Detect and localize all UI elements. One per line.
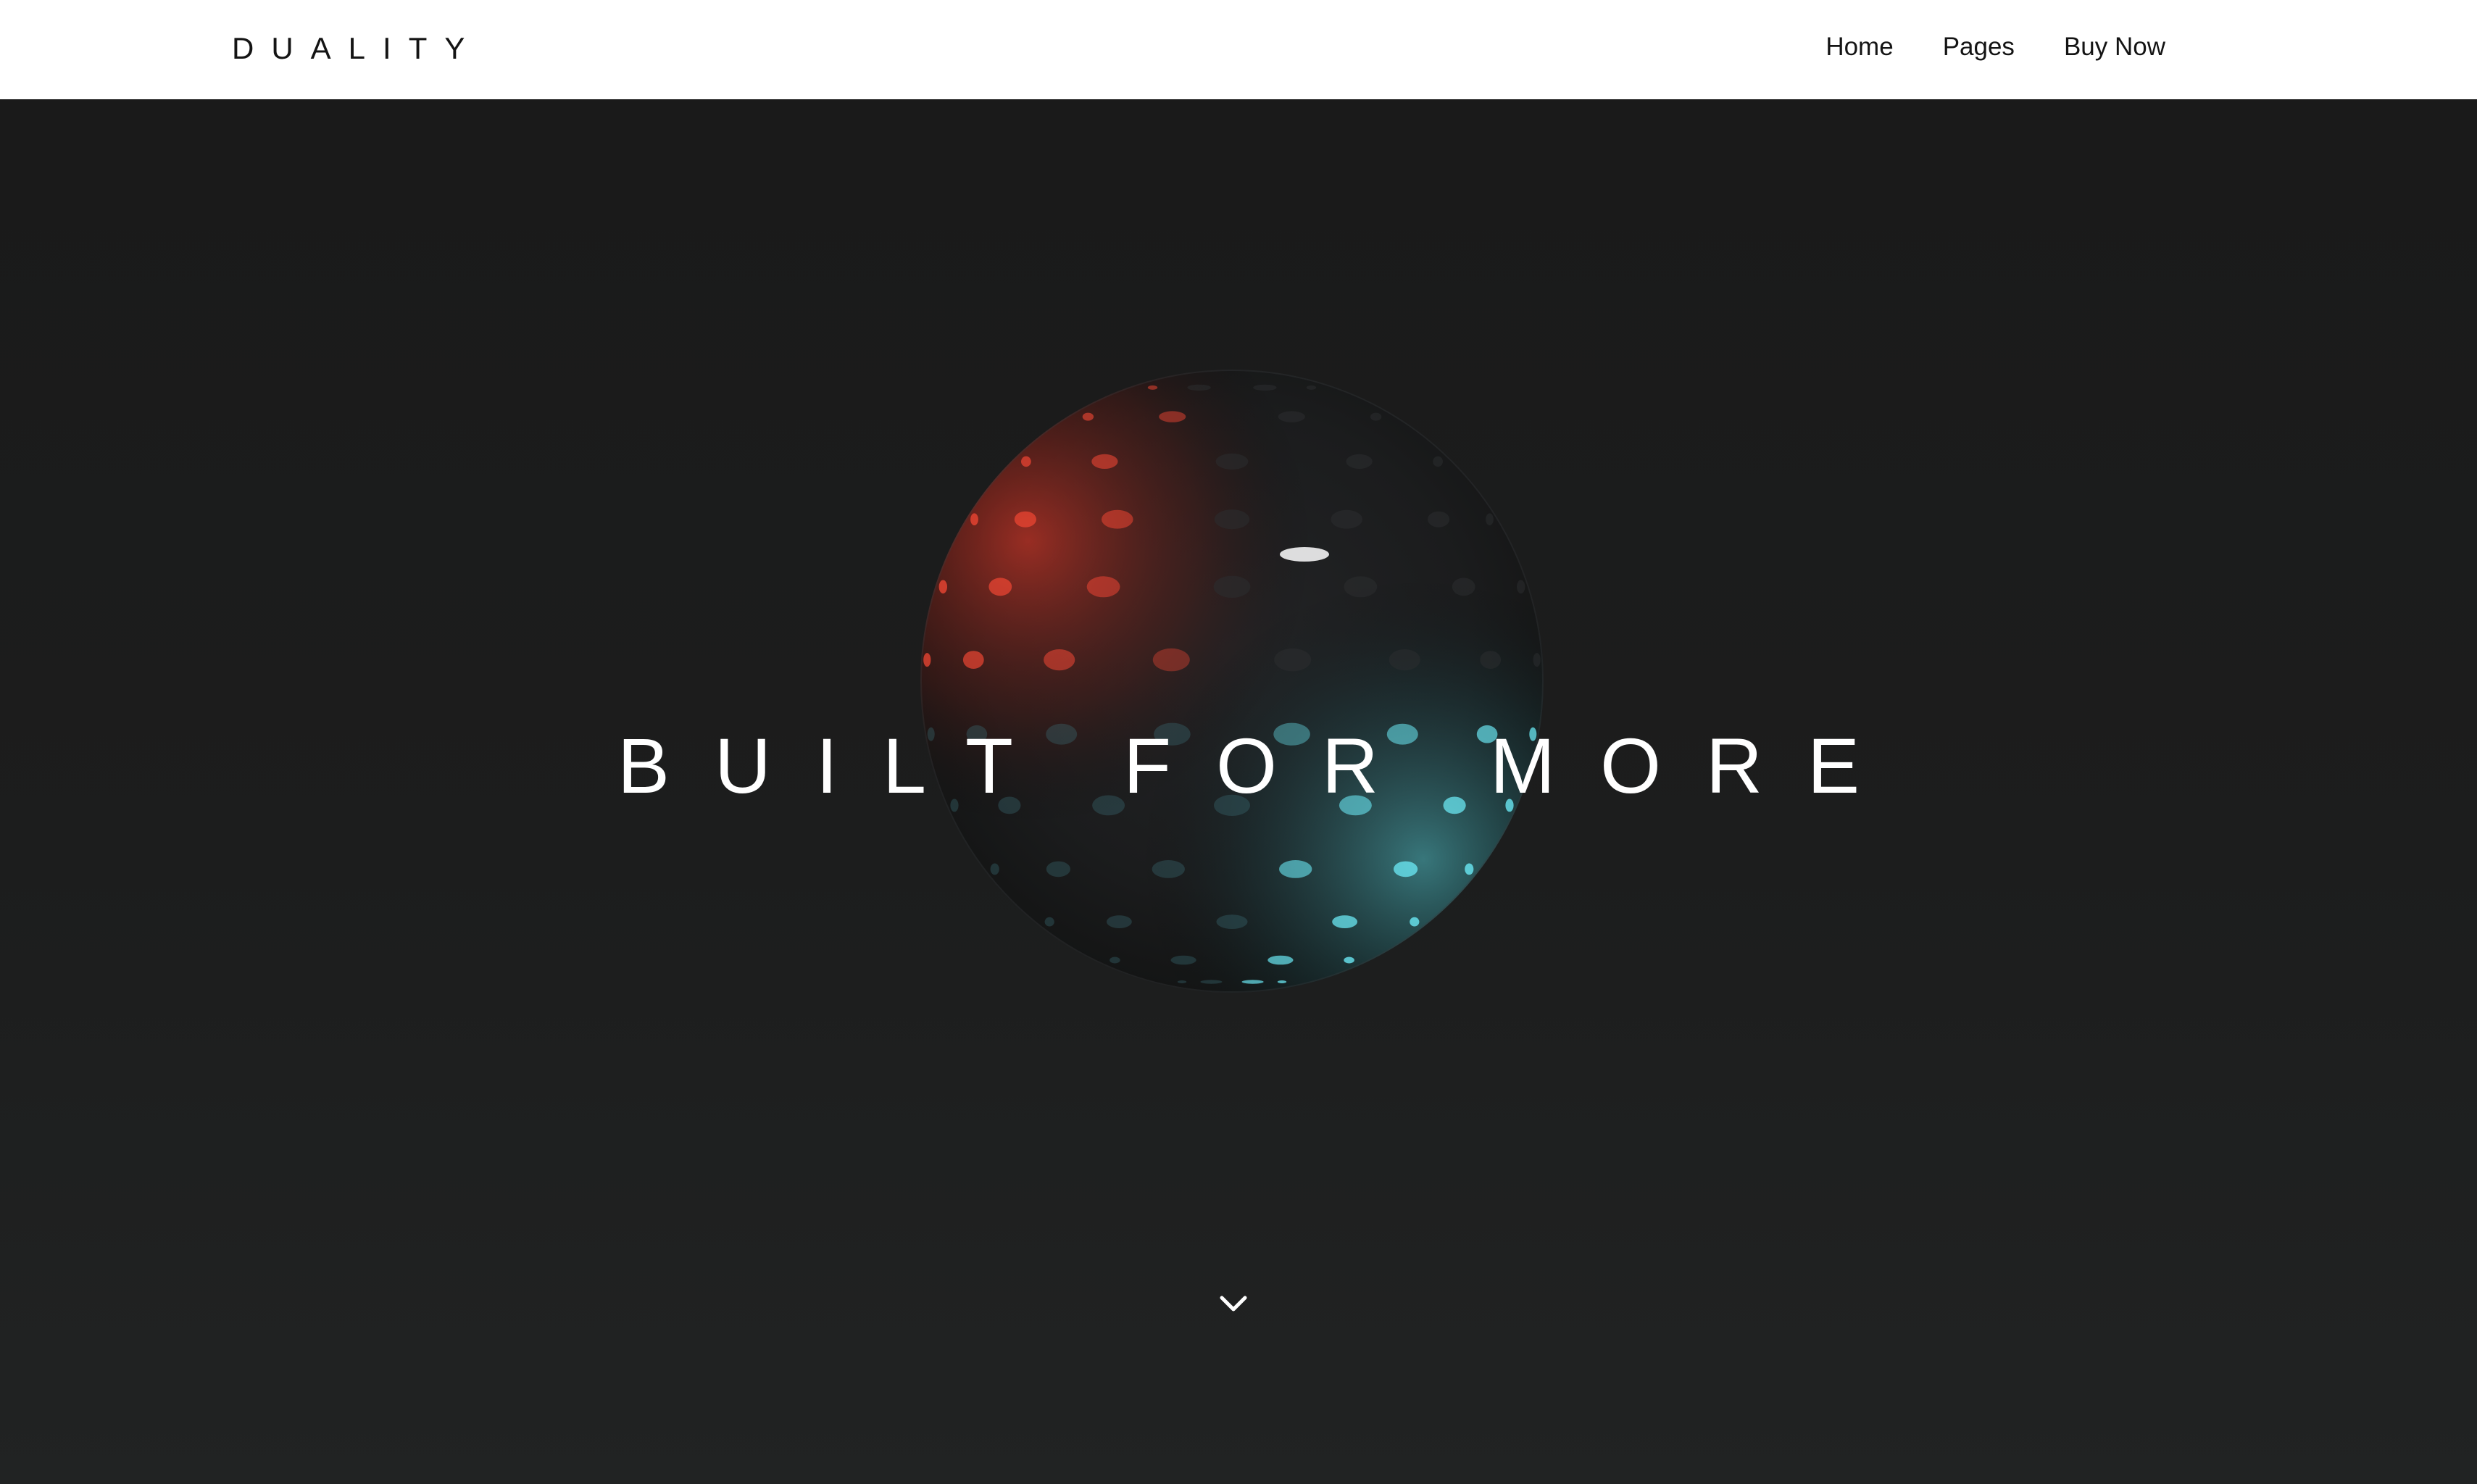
sphere-dimple — [1465, 863, 1474, 875]
sphere-dimple — [1394, 861, 1418, 878]
sphere-dimple — [1177, 980, 1187, 983]
scroll-down-button[interactable] — [1217, 1288, 1249, 1320]
hero-headline: BUILT FOR MORE — [617, 722, 1905, 810]
sphere-dimple — [1170, 955, 1196, 965]
sphere-dimple — [1332, 915, 1357, 928]
sphere-dimple — [1306, 385, 1317, 390]
sphere-dimple — [1014, 511, 1036, 528]
sphere-dimple — [1241, 980, 1264, 984]
sphere-dimple — [1370, 412, 1382, 421]
nav-link-pages[interactable]: Pages — [1943, 29, 2015, 65]
sphere-dimple — [1433, 456, 1443, 467]
nav-link-home[interactable]: Home — [1826, 29, 1893, 65]
sphere-dimple — [1044, 649, 1075, 671]
sphere-dimple — [1046, 861, 1070, 878]
sphere-dimple — [1107, 915, 1132, 928]
sphere-dimple — [1044, 917, 1054, 927]
sphere-highlight — [1280, 547, 1329, 562]
sphere-dimple — [923, 653, 931, 667]
sphere-dimple — [1213, 575, 1251, 598]
main-nav: Home Pages Buy Now — [1826, 29, 2165, 65]
sphere-dimple — [970, 513, 978, 525]
sphere-dimple — [938, 580, 947, 594]
sphere-dimple — [1267, 955, 1294, 965]
sphere-dimple — [1159, 411, 1186, 422]
sphere-dimple — [1533, 653, 1541, 667]
sphere-dimple — [1215, 453, 1249, 470]
sphere-dimple — [1274, 648, 1312, 672]
sphere-dimple — [1344, 576, 1378, 598]
dimpled-sphere-graphic — [913, 362, 1551, 1000]
sphere-dimple — [1102, 509, 1133, 529]
sphere-dimple — [1152, 648, 1190, 672]
sphere-dimple — [1082, 412, 1094, 421]
sphere-dimple — [1147, 385, 1158, 390]
sphere-dimple — [1344, 956, 1354, 964]
sphere-dimple — [1214, 509, 1250, 530]
chevron-down-icon — [1220, 1296, 1247, 1312]
sphere-dimple — [1389, 649, 1420, 671]
sphere-dimple — [1278, 411, 1305, 422]
sphere-dimple — [1253, 384, 1277, 391]
hero-section: BUILT FOR MORE — [0, 99, 2477, 1484]
sphere-dimple — [1279, 860, 1312, 878]
sphere-dimple — [1091, 454, 1118, 469]
sphere-dimple — [1277, 980, 1287, 983]
sphere-dimple — [1110, 956, 1120, 964]
sphere-dimple — [1452, 578, 1475, 596]
sphere-dimple — [1200, 980, 1223, 984]
sphere-dimple — [1480, 651, 1502, 669]
sphere-dimple — [990, 863, 999, 875]
nav-link-buy-now[interactable]: Buy Now — [2064, 29, 2165, 65]
sphere-dimple — [962, 651, 984, 669]
sphere-icon — [920, 370, 1544, 993]
sphere-dimple — [1346, 454, 1373, 469]
sphere-dimple — [1410, 917, 1420, 927]
sphere-dimple — [1152, 860, 1185, 878]
sphere-dimple — [1517, 580, 1525, 594]
sphere-dimple — [988, 578, 1012, 596]
sphere-dimple — [1331, 509, 1362, 529]
sphere-dimple — [1486, 513, 1494, 525]
sphere-dimple — [1187, 384, 1211, 391]
sphere-dimple — [1428, 511, 1450, 528]
top-navbar: DUALITY Home Pages Buy Now — [0, 0, 2477, 99]
sphere-dimple — [1021, 456, 1031, 467]
sphere-dimple — [1216, 914, 1248, 929]
sphere-dimple — [1086, 576, 1120, 598]
brand-logo[interactable]: DUALITY — [232, 28, 482, 69]
